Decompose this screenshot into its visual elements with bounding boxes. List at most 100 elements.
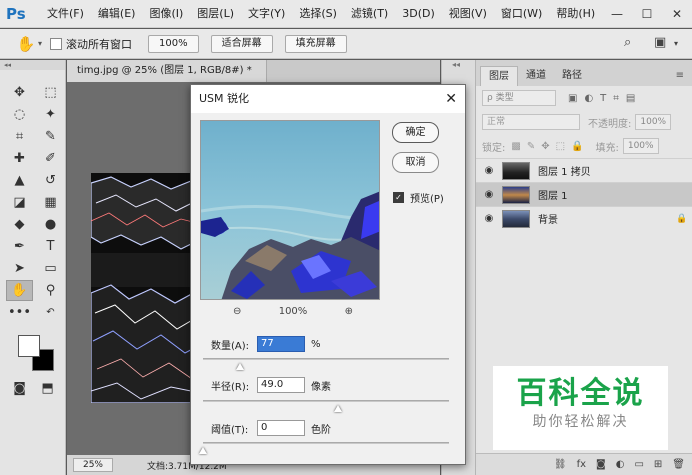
brush-tool-icon[interactable]: ✐	[37, 148, 64, 169]
hand-tool-icon[interactable]: ✋	[6, 280, 33, 301]
quick-mask-icon[interactable]: ◙	[6, 378, 33, 399]
filter-icons[interactable]: ▣◐T⌗▤	[568, 93, 642, 104]
trash-icon[interactable]: 🗑	[672, 459, 685, 470]
blur-tool-icon[interactable]: ◆	[6, 214, 33, 235]
radius-slider[interactable]	[203, 400, 449, 412]
layer-kind-select[interactable]: ρ 类型	[482, 90, 556, 106]
adjustment-icon[interactable]: ◐	[616, 459, 625, 470]
menu-help[interactable]: 帮助(H)	[549, 0, 602, 28]
menu-3d[interactable]: 3D(D)	[395, 0, 442, 28]
link-icon[interactable]: ⛓	[554, 459, 567, 470]
opacity-field[interactable]: 100%	[635, 114, 672, 130]
amount-slider[interactable]	[203, 358, 449, 370]
history-brush-icon[interactable]: ↺	[37, 170, 64, 191]
lasso-tool-icon[interactable]: ◌	[6, 104, 33, 125]
preview-label: 预览(P)	[410, 194, 444, 205]
expand-panels-icon[interactable]: ◂◂	[442, 60, 475, 69]
more-tools-icon[interactable]: •••	[6, 302, 33, 323]
ok-button[interactable]: 确定	[392, 122, 439, 143]
photoshop-logo: Ps	[6, 4, 26, 23]
marquee-tool-icon[interactable]: ⬚	[37, 82, 64, 103]
zoom-in-icon[interactable]: ⊕	[345, 306, 353, 317]
amount-input[interactable]: 77	[257, 336, 305, 352]
cancel-button[interactable]: 取消	[392, 152, 439, 173]
eyedropper-icon[interactable]: ✎	[37, 126, 64, 147]
tab-paths[interactable]: 路径	[554, 66, 590, 86]
amount-slider-knob[interactable]	[235, 363, 244, 370]
radius-input[interactable]: 49.0	[257, 377, 305, 393]
blend-mode-select[interactable]: 正常	[482, 114, 580, 130]
preview-image[interactable]	[200, 120, 380, 300]
chevron-down-icon[interactable]: ▾	[674, 39, 678, 48]
zoom-tool-icon[interactable]: ⚲	[37, 280, 64, 301]
threshold-slider-knob[interactable]	[199, 447, 207, 454]
scroll-all-windows-checkbox[interactable]	[50, 37, 63, 50]
layer-row[interactable]: ◉ 图层 1 拷贝	[476, 158, 692, 182]
layer-filter-row: ρ 类型 ▣◐T⌗▤	[476, 86, 692, 110]
preview-toggle[interactable]: ✓ 预览(P)	[393, 190, 444, 205]
eye-icon[interactable]: ◉	[476, 165, 502, 176]
menu-window[interactable]: 窗口(W)	[494, 0, 549, 28]
path-selection-icon[interactable]: ➤	[6, 258, 33, 279]
menu-file[interactable]: 文件(F)	[40, 0, 91, 28]
document-tab[interactable]: timg.jpg @ 25% (图层 1, RGB/8#) * ✕	[67, 60, 267, 98]
eye-icon[interactable]: ◉	[476, 189, 502, 200]
tab-channels[interactable]: 通道	[518, 66, 554, 86]
fill-label: 填充:	[595, 142, 619, 154]
zoom-out-icon[interactable]: ⊖	[233, 306, 241, 317]
move-tool-icon[interactable]: ✥	[6, 82, 33, 103]
eraser-tool-icon[interactable]: ◪	[6, 192, 33, 213]
fill-screen-button[interactable]: 填充屏幕	[284, 34, 347, 53]
menu-type[interactable]: 文字(Y)	[241, 0, 292, 28]
layer-row[interactable]: ◉ 背景 🔒	[476, 206, 692, 230]
zoom-100-button[interactable]: 100%	[148, 34, 199, 53]
menu-layer[interactable]: 图层(L)	[190, 0, 241, 28]
hand-tool-icon[interactable]: ✋	[14, 33, 38, 55]
eye-icon[interactable]: ◉	[476, 213, 502, 224]
threshold-slider[interactable]	[199, 442, 449, 454]
mask-icon[interactable]: ◙	[596, 459, 606, 470]
dialog-titlebar: USM 锐化 ✕	[191, 85, 465, 113]
rectangle-tool-icon[interactable]: ▭	[37, 258, 64, 279]
close-icon[interactable]: ✕	[445, 85, 457, 113]
chevron-down-icon[interactable]: ▾	[38, 39, 42, 48]
swap-colors-icon[interactable]: ↶	[37, 302, 64, 323]
panel-menu-icon[interactable]: ≡	[676, 70, 684, 81]
tab-layers[interactable]: 图层	[480, 66, 518, 86]
lock-icons[interactable]: ▩✎✥⬚🔒	[511, 141, 589, 152]
maximize-button[interactable]: ☐	[632, 0, 662, 28]
layer-row[interactable]: ◉ 图层 1	[476, 182, 692, 206]
search-icon[interactable]: ⌕	[624, 35, 631, 50]
dodge-tool-icon[interactable]: ●	[37, 214, 64, 235]
fx-icon[interactable]: fx	[577, 459, 586, 470]
fill-field[interactable]: 100%	[622, 138, 659, 154]
close-window-button[interactable]: ✕	[662, 0, 692, 28]
menu-filter[interactable]: 滤镜(T)	[344, 0, 395, 28]
menu-edit[interactable]: 编辑(E)	[91, 0, 143, 28]
workspace-icon[interactable]: ▣	[654, 35, 666, 50]
threshold-input[interactable]: 0	[257, 420, 305, 436]
preview-checkbox[interactable]: ✓	[393, 192, 404, 203]
pen-tool-icon[interactable]: ✒	[6, 236, 33, 257]
status-zoom-field[interactable]: 25%	[73, 458, 113, 472]
foreground-color-swatch[interactable]	[18, 335, 40, 357]
group-icon[interactable]: ▭	[634, 459, 643, 470]
threshold-row: 阈值(T): 0 色阶	[211, 420, 331, 436]
layer-name: 图层 1	[538, 191, 568, 202]
clone-stamp-icon[interactable]: ▲	[6, 170, 33, 191]
radius-slider-knob[interactable]	[334, 405, 343, 412]
minimize-button[interactable]: —	[602, 0, 632, 28]
crop-tool-icon[interactable]: ⌗	[6, 126, 33, 147]
menu-select[interactable]: 选择(S)	[292, 0, 344, 28]
screen-mode-icon[interactable]: ⬒	[34, 378, 61, 399]
new-layer-icon[interactable]: ⊞	[654, 459, 662, 470]
type-tool-icon[interactable]: T	[37, 236, 64, 257]
magic-wand-icon[interactable]: ✦	[37, 104, 64, 125]
fit-screen-button[interactable]: 适合屏幕	[210, 34, 273, 53]
dialog-title: USM 锐化	[199, 92, 250, 105]
gradient-tool-icon[interactable]: ▦	[37, 192, 64, 213]
healing-brush-icon[interactable]: ✚	[6, 148, 33, 169]
tools-collapse-icon[interactable]: ◂◂	[0, 60, 65, 70]
menu-image[interactable]: 图像(I)	[142, 0, 190, 28]
menu-view[interactable]: 视图(V)	[442, 0, 494, 28]
